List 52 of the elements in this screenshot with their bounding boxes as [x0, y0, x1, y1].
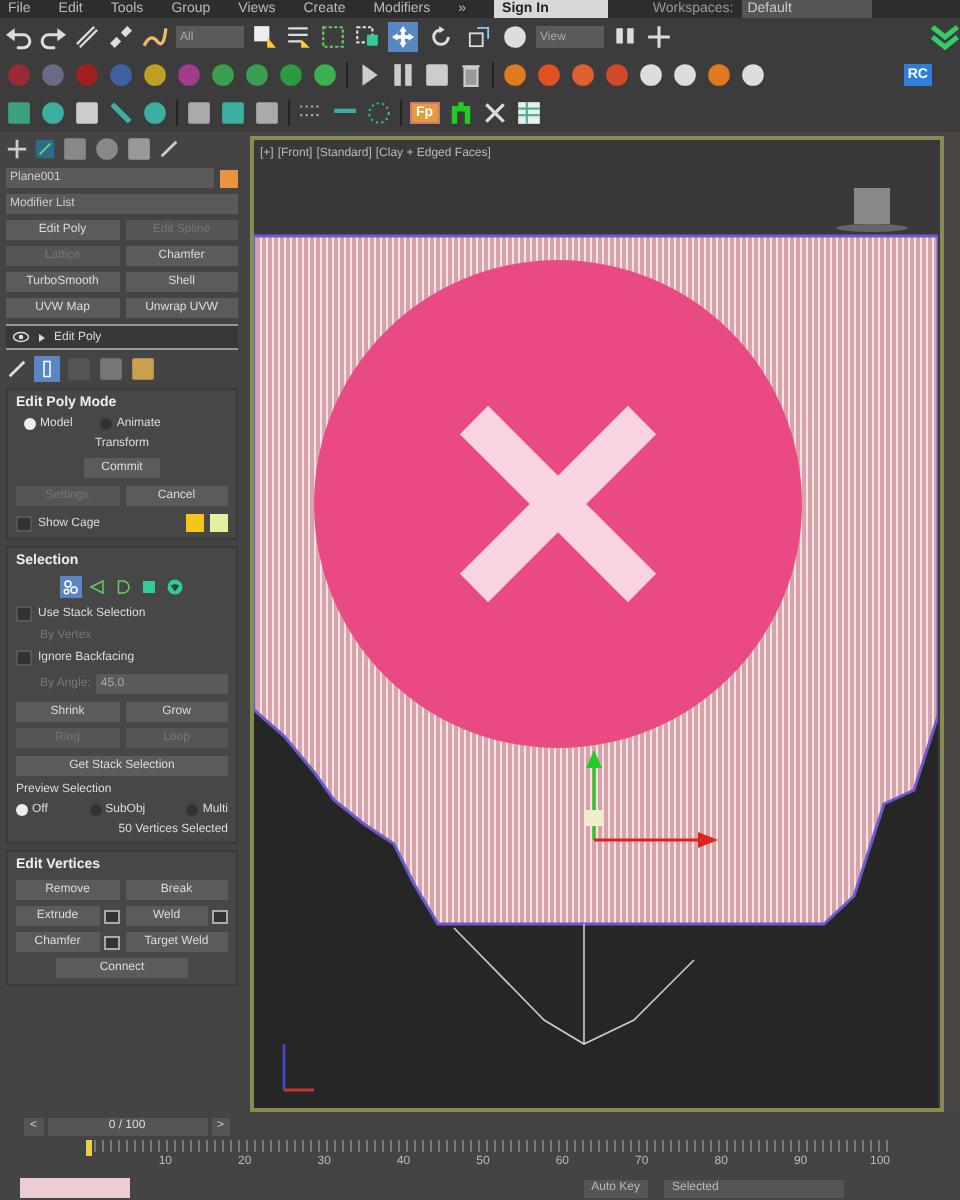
bar-icon: [38, 360, 56, 378]
radio-dot[interactable]: [16, 804, 28, 816]
trash-icon[interactable]: [458, 62, 484, 88]
view-cube[interactable]: [836, 188, 908, 232]
vertex-icon: [61, 578, 79, 596]
checkbox[interactable]: [16, 650, 32, 666]
move-gizmo[interactable]: [586, 750, 718, 848]
disc-icon[interactable]: [502, 24, 528, 50]
rectangle-select-icon[interactable]: [320, 24, 346, 50]
vertex-level-button[interactable]: [59, 576, 81, 598]
settings-toggle[interactable]: [212, 909, 228, 923]
checkbox[interactable]: [16, 515, 32, 531]
timeline-marker[interactable]: [86, 1140, 92, 1156]
select-by-name-icon[interactable]: [286, 24, 312, 50]
script-listener-field[interactable]: [20, 1178, 130, 1198]
settings-toggle[interactable]: [103, 935, 119, 949]
rotate-tool-button[interactable]: [426, 22, 456, 52]
object-color-swatch[interactable]: [220, 169, 238, 187]
cage-color-swatch[interactable]: [186, 514, 204, 532]
axis-tripod: [282, 1044, 314, 1092]
dotted-circle-icon[interactable]: [366, 100, 392, 126]
stop-icon[interactable]: [424, 62, 450, 88]
polygon-level-button[interactable]: [137, 576, 159, 598]
edge-level-button[interactable]: [85, 576, 107, 598]
element-level-button[interactable]: [163, 576, 185, 598]
border-icon: [113, 578, 131, 596]
snap-cross-icon[interactable]: [646, 24, 672, 50]
eye-icon[interactable]: [12, 328, 30, 346]
edge-icon: [87, 578, 105, 596]
rotate-icon: [430, 26, 452, 48]
wave-icon[interactable]: [142, 24, 168, 50]
window-crossing-icon[interactable]: [354, 24, 380, 50]
show-end-result-button[interactable]: [34, 356, 60, 382]
table-icon[interactable]: [515, 100, 542, 126]
checkbox[interactable]: [16, 606, 32, 622]
select-object-icon[interactable]: [252, 24, 278, 50]
chevron-icon[interactable]: [930, 22, 960, 52]
undo-icon[interactable]: [6, 24, 32, 50]
settings-toggle[interactable]: [103, 909, 119, 923]
scale-tool-button[interactable]: [464, 22, 494, 52]
move-tool-button[interactable]: [388, 22, 418, 52]
cage-color-swatch[interactable]: [210, 514, 228, 532]
move-icon: [392, 26, 414, 48]
expand-arrow-icon[interactable]: [36, 331, 48, 343]
element-icon: [165, 578, 183, 596]
radio-dot[interactable]: [24, 418, 36, 430]
cross-in-circle-icon: [314, 260, 802, 748]
pause-icon[interactable]: [390, 62, 416, 88]
scale-icon: [468, 26, 490, 48]
polygon-icon: [139, 578, 157, 596]
redo-icon[interactable]: [40, 24, 66, 50]
create-icon[interactable]: [6, 138, 28, 160]
